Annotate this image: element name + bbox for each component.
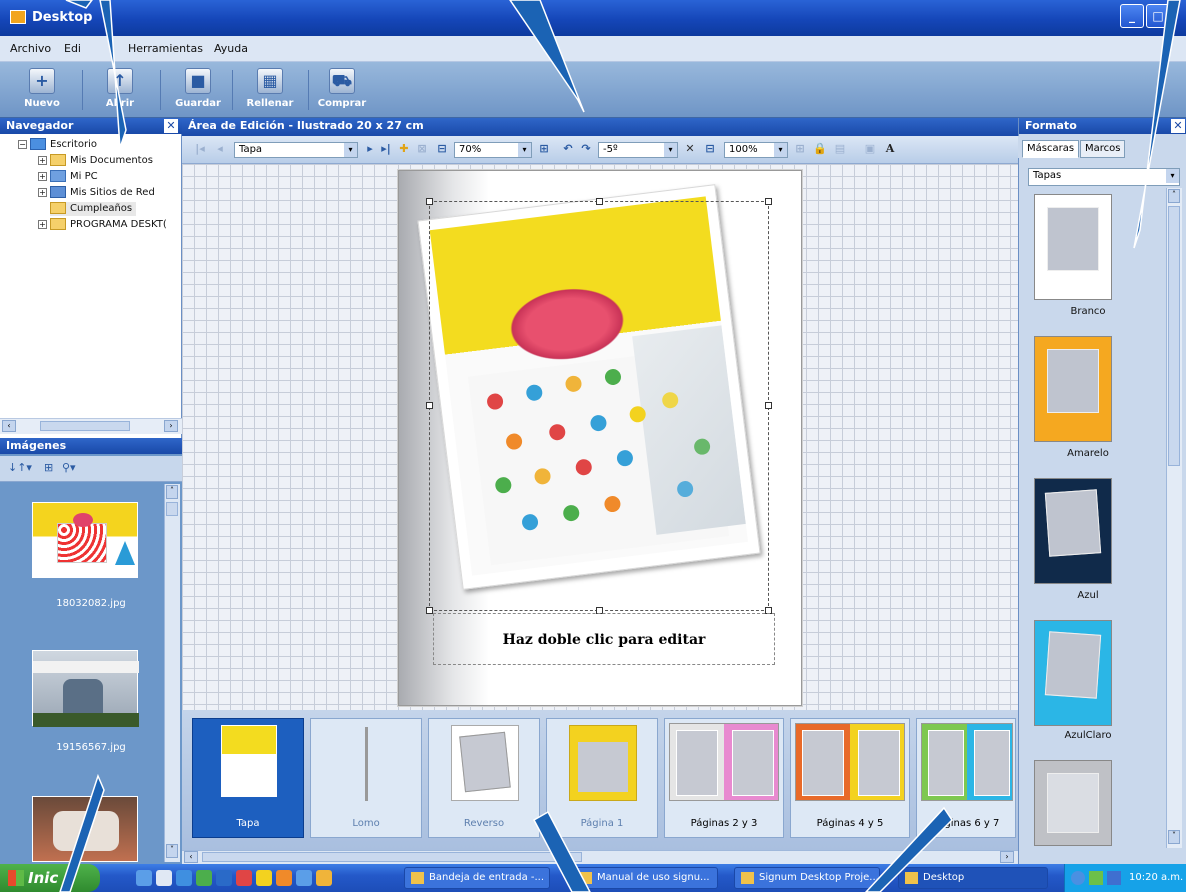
callout-arrow-icon <box>1133 0 1181 249</box>
callout-arrow-icon <box>65 0 93 9</box>
app-window: Desktop _ □ Archivo Edi Herramientas Ayu… <box>0 0 1186 892</box>
callout-arrow-icon <box>99 0 127 149</box>
callout-arrow-icon <box>509 0 585 113</box>
callout-arrow-icon <box>864 806 953 892</box>
callout-arrow-icon <box>59 773 105 892</box>
callout-arrow-icon <box>532 810 591 892</box>
callout-arrows <box>59 0 1181 892</box>
